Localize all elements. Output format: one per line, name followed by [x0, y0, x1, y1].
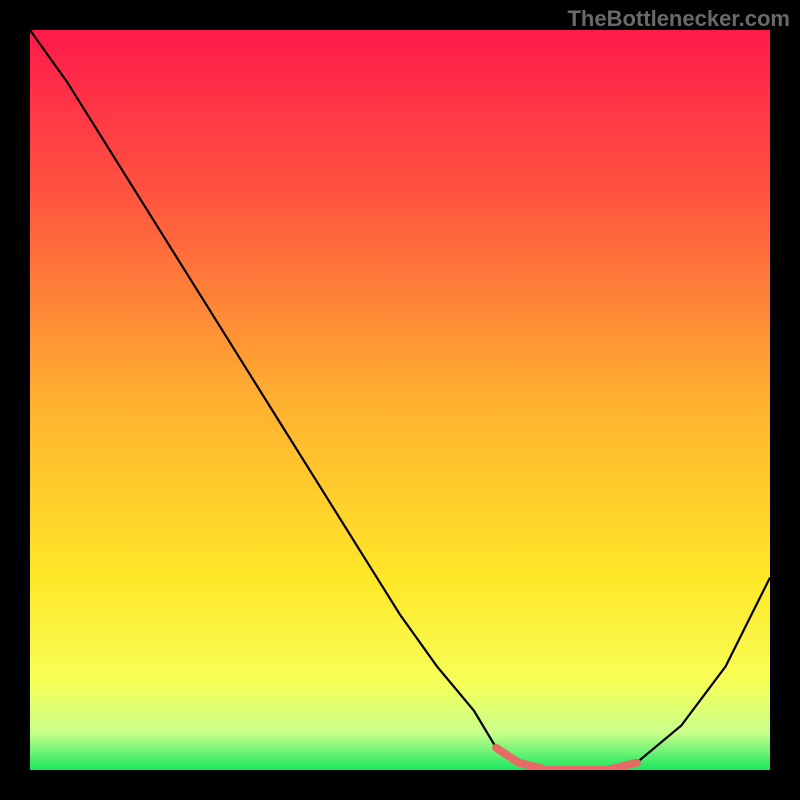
bottleneck-chart [30, 30, 770, 770]
watermark-text: TheBottlenecker.com [567, 6, 790, 32]
gradient-background [30, 30, 770, 770]
chart-container [30, 30, 770, 770]
